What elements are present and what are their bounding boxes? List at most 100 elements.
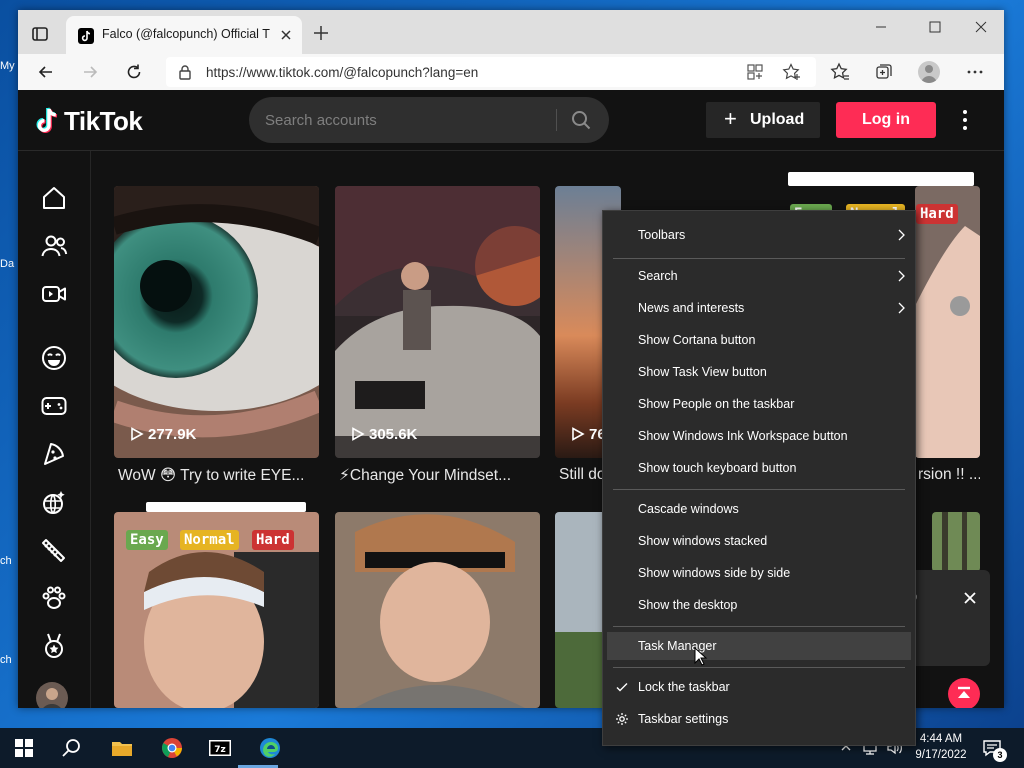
more-options-icon[interactable] — [965, 62, 985, 82]
menu-item-show-touch-keyboard[interactable]: Show touch keyboard button — [607, 454, 911, 482]
desktop-icon-label[interactable]: My — [0, 60, 15, 72]
back-arrow-icon[interactable] — [36, 62, 56, 82]
view-count: 76 — [571, 426, 606, 443]
text-banner-overlay — [146, 502, 306, 512]
video-card[interactable] — [915, 186, 980, 458]
menu-separator — [613, 667, 905, 668]
menu-separator — [613, 489, 905, 490]
collections-icon[interactable] — [874, 62, 894, 82]
menu-item-show-windows-ink[interactable]: Show Windows Ink Workspace button — [607, 422, 911, 450]
sports-medal-icon[interactable] — [40, 632, 68, 660]
clock[interactable]: 4:44 AM 9/17/2022 — [910, 731, 972, 763]
close-popup-icon[interactable] — [962, 590, 978, 606]
edge-icon[interactable] — [258, 736, 282, 760]
food-icon[interactable] — [40, 440, 68, 468]
scroll-to-top-button[interactable] — [948, 678, 980, 708]
dance-icon[interactable] — [40, 488, 68, 516]
beauty-comb-icon[interactable] — [40, 536, 68, 564]
desktop-icon-label[interactable]: Da — [0, 258, 14, 270]
search-icon[interactable] — [60, 736, 84, 760]
menu-item-label: Lock the taskbar — [638, 680, 730, 694]
menu-item-label: Search — [638, 269, 678, 283]
browser-tab[interactable]: Falco (@falcopunch) Official TikTok — [66, 16, 302, 54]
menu-item-lock-taskbar[interactable]: Lock the taskbar — [607, 673, 911, 701]
login-button[interactable]: Log in — [836, 102, 936, 138]
close-tab-icon[interactable] — [278, 27, 294, 43]
live-icon[interactable] — [40, 280, 68, 308]
favorites-icon[interactable] — [830, 62, 850, 82]
tab-strip: Falco (@falcopunch) Official TikTok — [18, 10, 1004, 54]
desktop-icon-label[interactable]: ch — [0, 654, 12, 666]
start-icon[interactable] — [12, 736, 36, 760]
search-box — [249, 97, 609, 143]
upload-button[interactable]: + Upload — [706, 102, 820, 138]
menu-item-news-and-interests[interactable]: News and interests — [607, 294, 911, 322]
desktop-icon-label[interactable]: ch — [0, 555, 12, 567]
more-vertical-icon[interactable] — [954, 108, 976, 132]
video-caption[interactable]: WoW 😳 Try to write EYE... — [118, 466, 318, 485]
suggested-account-avatar[interactable] — [36, 682, 68, 708]
menu-item-search[interactable]: Search — [607, 262, 911, 290]
search-divider — [556, 109, 557, 131]
video-card[interactable]: 277.9K — [114, 186, 319, 458]
checkmark-icon — [616, 683, 628, 692]
search-icon[interactable] — [569, 108, 593, 132]
play-icon — [131, 427, 144, 441]
video-card[interactable]: 305.6K — [335, 186, 540, 458]
video-caption[interactable]: ⚡Change Your Mindset... — [339, 466, 539, 485]
close-window-icon[interactable] — [963, 18, 999, 36]
refresh-icon[interactable] — [124, 62, 144, 82]
tiktok-logo-text: TikTok — [64, 106, 143, 136]
video-card[interactable] — [335, 512, 540, 708]
following-icon[interactable] — [40, 232, 68, 260]
menu-item-label: Show windows side by side — [638, 566, 791, 580]
video-caption[interactable]: Still do — [559, 466, 607, 484]
add-favorite-star-icon[interactable] — [782, 63, 802, 81]
menu-item-toolbars[interactable]: Toolbars — [607, 221, 911, 249]
sidebar — [18, 151, 91, 708]
menu-item-cascade-windows[interactable]: Cascade windows — [607, 495, 911, 523]
menu-item-windows-side-by-side[interactable]: Show windows side by side — [607, 559, 911, 587]
menu-item-label: Show Windows Ink Workspace button — [638, 429, 848, 443]
profile-avatar-icon[interactable] — [918, 61, 940, 83]
search-input[interactable] — [263, 106, 537, 134]
chrome-icon[interactable] — [160, 736, 184, 760]
tiktok-logo[interactable]: TikTok — [34, 105, 143, 139]
clock-date: 9/17/2022 — [915, 749, 967, 761]
tiktok-logo-icon — [36, 107, 58, 133]
menu-item-show-desktop[interactable]: Show the desktop — [607, 591, 911, 619]
gaming-icon[interactable] — [40, 392, 68, 420]
lock-icon[interactable] — [178, 64, 192, 80]
menu-item-windows-stacked[interactable]: Show windows stacked — [607, 527, 911, 555]
video-thumbnail — [915, 186, 980, 458]
notification-count-badge: 3 — [993, 748, 1007, 762]
menu-item-taskbar-settings[interactable]: Taskbar settings — [607, 705, 911, 733]
svg-text:7z: 7z — [214, 745, 226, 755]
minimize-icon[interactable] — [863, 18, 899, 36]
play-icon — [572, 427, 585, 441]
menu-item-show-task-view-button[interactable]: Show Task View button — [607, 358, 911, 386]
animals-paw-icon[interactable] — [40, 584, 68, 612]
app-available-icon[interactable] — [746, 63, 764, 81]
menu-item-task-manager[interactable]: Task Manager — [607, 632, 911, 660]
arrow-up-icon — [958, 686, 970, 698]
browser-toolbar: https://www.tiktok.com/@falcopunch?lang=… — [18, 54, 1004, 91]
gear-icon — [616, 713, 628, 725]
forward-arrow-icon[interactable] — [80, 62, 100, 82]
video-card[interactable] — [932, 512, 980, 572]
menu-item-label: News and interests — [638, 301, 745, 315]
menu-item-show-people[interactable]: Show People on the taskbar — [607, 390, 911, 418]
new-tab-icon[interactable] — [312, 24, 330, 42]
file-explorer-icon[interactable] — [110, 736, 134, 760]
7zip-icon[interactable]: 7z — [208, 736, 232, 760]
video-thumbnail — [114, 186, 319, 458]
mouse-cursor-icon — [694, 647, 708, 666]
home-icon[interactable] — [40, 184, 68, 212]
address-bar[interactable]: https://www.tiktok.com/@falcopunch?lang=… — [166, 57, 816, 87]
menu-item-label: Toolbars — [638, 228, 686, 242]
video-caption[interactable]: rsion !! ... — [918, 466, 980, 484]
comedy-icon[interactable] — [40, 344, 68, 372]
menu-item-show-cortana-button[interactable]: Show Cortana button — [607, 326, 911, 354]
tab-actions-icon[interactable] — [28, 22, 52, 46]
maximize-icon[interactable] — [917, 18, 953, 36]
